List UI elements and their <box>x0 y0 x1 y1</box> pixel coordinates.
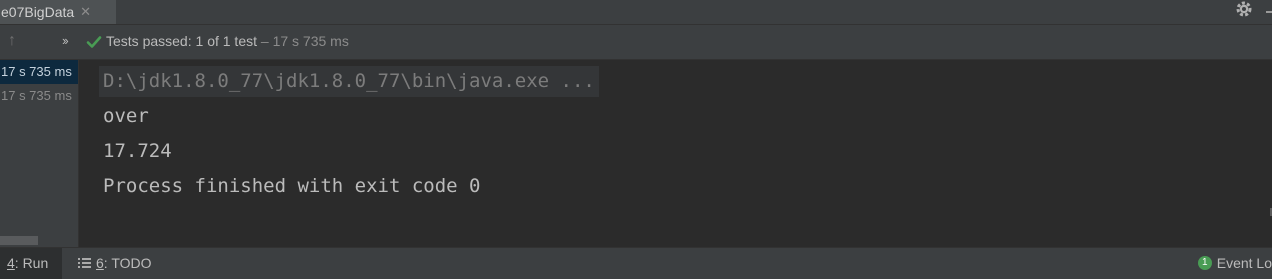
output-line: Process finished with exit code 0 <box>103 175 481 197</box>
total-count: of 1 test <box>207 33 257 49</box>
todo-shortcut: 6 <box>96 255 104 271</box>
tab-title: e07BigData <box>1 4 75 20</box>
check-icon <box>86 36 102 48</box>
event-count-badge: 1 <box>1197 256 1212 271</box>
editor-tab-bar: e07BigData ✕ <box>0 0 1272 25</box>
event-log-button[interactable]: 1 Event Lo <box>1197 248 1272 279</box>
gear-icon[interactable] <box>1235 0 1255 20</box>
command-line[interactable]: D:\jdk1.8.0_77\jdk1.8.0_77\bin\java.exe … <box>99 66 599 97</box>
test-duration: – 17 s 735 ms <box>260 33 349 49</box>
hide-icon[interactable] <box>1266 11 1272 13</box>
test-status-text: Tests passed: 1 of 1 test – 17 s 735 ms <box>106 33 349 49</box>
run-label: : Run <box>14 255 49 271</box>
tab-todo[interactable]: 6: TODO <box>78 248 152 279</box>
horizontal-scrollbar[interactable] <box>0 236 38 245</box>
passed-count: 1 <box>195 33 204 49</box>
run-shortcut: 4 <box>7 255 15 271</box>
up-arrow-icon[interactable]: ↑ <box>8 32 16 50</box>
test-tree-item[interactable]: 17 s 735 ms <box>0 60 78 84</box>
event-log-label: Event Lo <box>1216 255 1272 271</box>
test-tree-item[interactable]: 17 s 735 ms <box>0 84 78 108</box>
list-icon <box>78 258 91 269</box>
tab-run-config[interactable]: e07BigData ✕ <box>0 0 116 24</box>
console-output[interactable]: D:\jdk1.8.0_77\jdk1.8.0_77\bin\java.exe … <box>79 60 1272 247</box>
tool-window-bar: 4: Run 6: TODO 1 Event Lo <box>0 247 1272 279</box>
status-label: Tests passed: <box>106 33 192 49</box>
test-status-toolbar: ↑ ›› Tests passed: 1 of 1 test – 17 s 73… <box>0 25 1272 60</box>
output-line: 17.724 <box>103 140 172 162</box>
todo-label: : TODO <box>103 255 152 271</box>
close-icon[interactable]: ✕ <box>80 4 91 20</box>
double-chevron-icon[interactable]: ›› <box>62 33 69 48</box>
test-tree: 17 s 735 ms 17 s 735 ms <box>0 60 79 247</box>
tab-run[interactable]: 4: Run <box>0 248 62 279</box>
output-line: over <box>103 105 149 127</box>
